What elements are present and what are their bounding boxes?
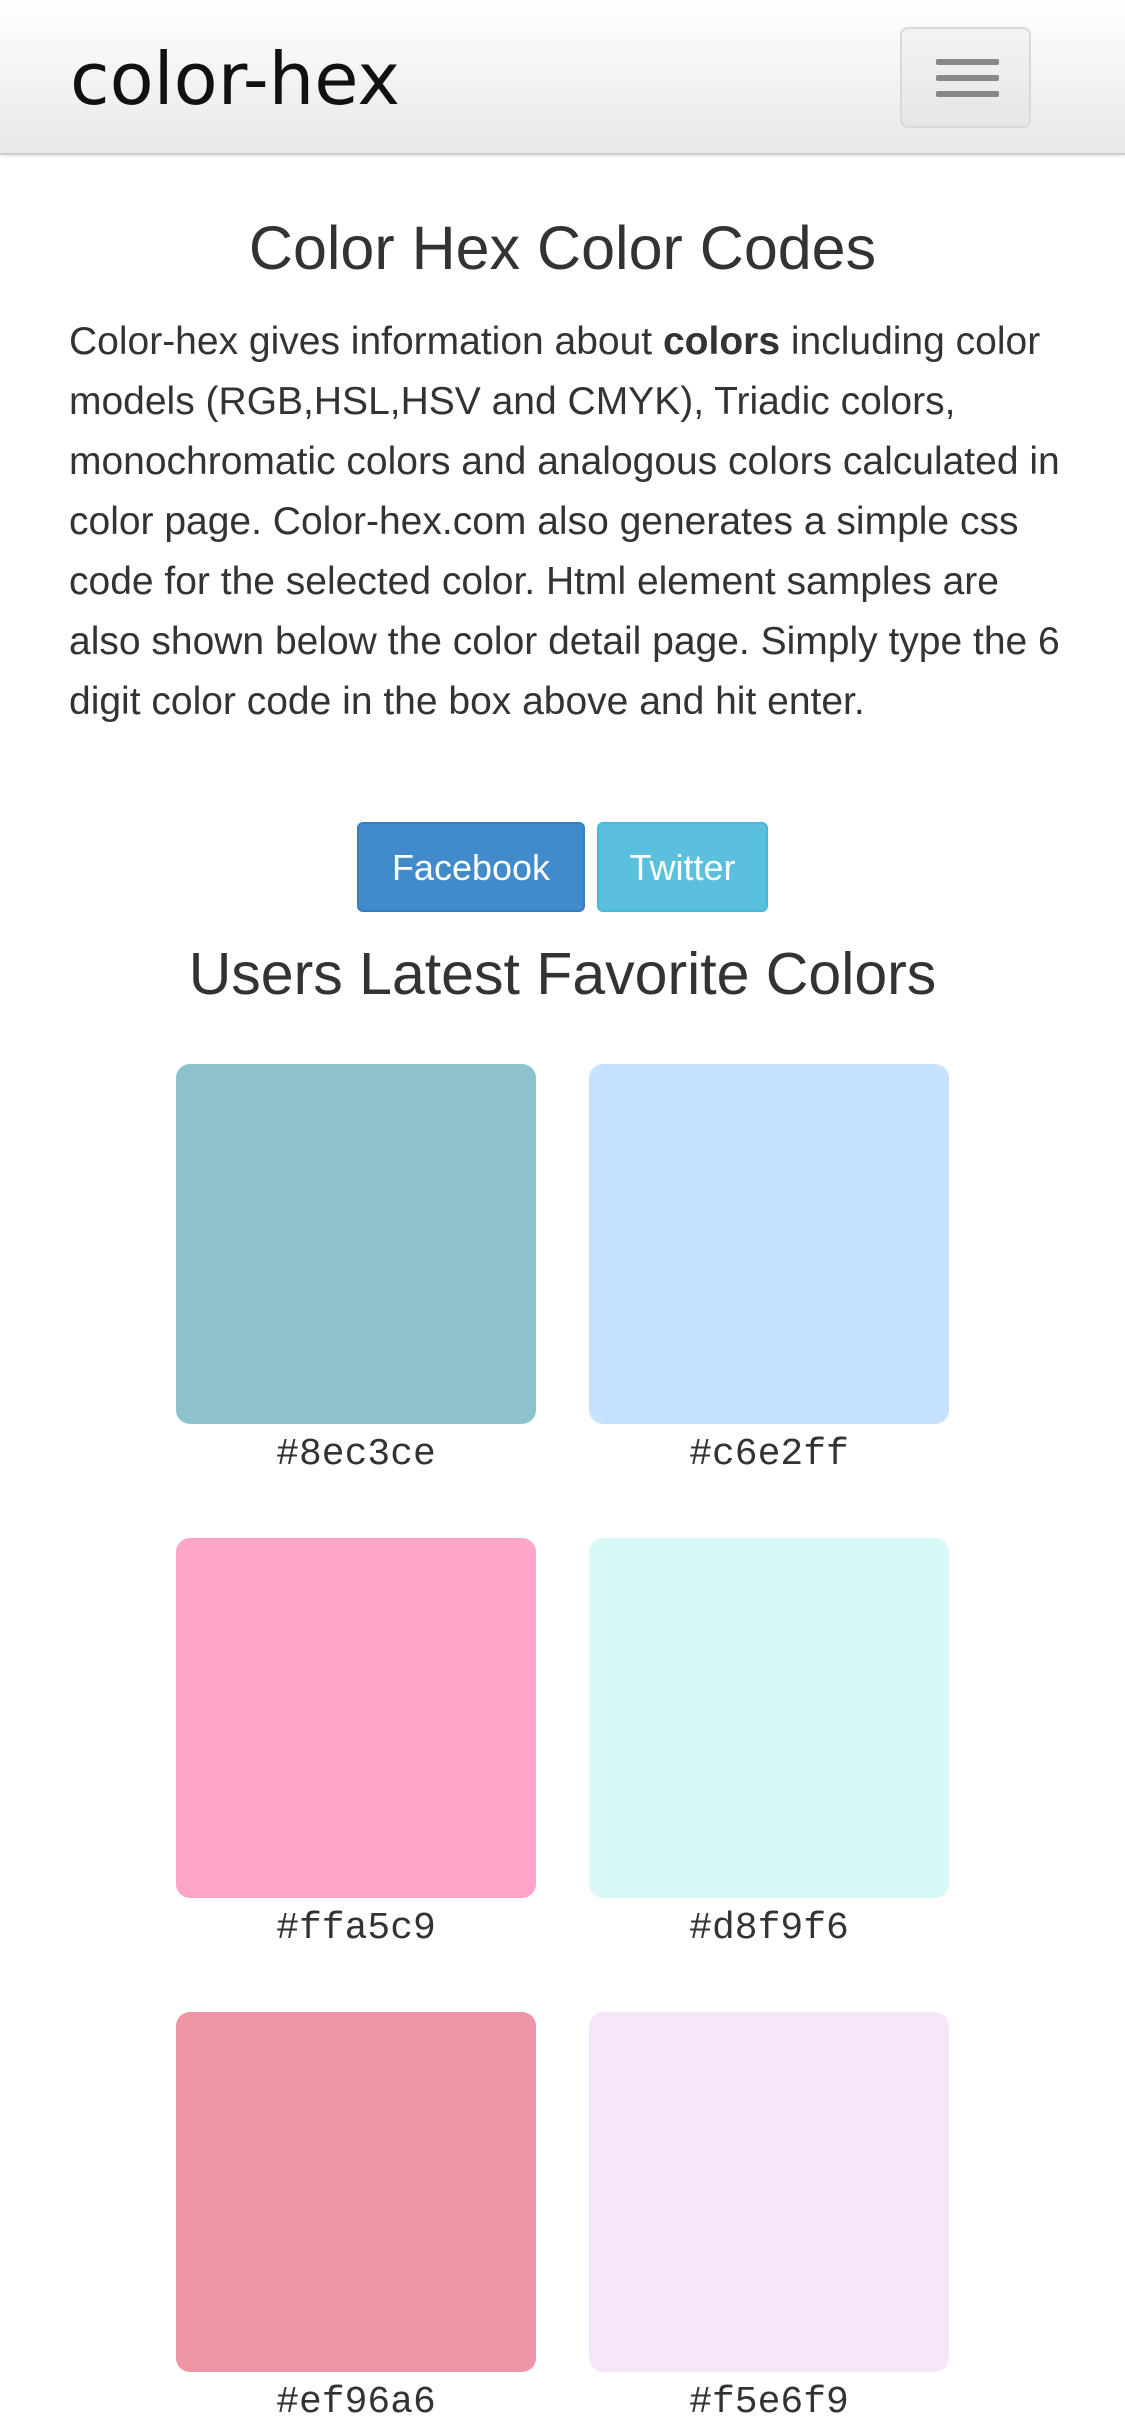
- favorite-color-item[interactable]: #8ec3ce: [176, 1064, 536, 1480]
- color-code-link[interactable]: #d8f9f6: [589, 1904, 949, 1954]
- favorites-title: Users Latest Favorite Colors: [188, 941, 937, 1007]
- facebook-button[interactable]: Facebook: [357, 822, 585, 912]
- hamburger-icon-bar: [936, 91, 999, 97]
- intro-text: Color-hex gives information about colors…: [69, 312, 1069, 732]
- color-swatch[interactable]: [176, 1064, 536, 1424]
- favorite-color-item[interactable]: #ffa5c9: [176, 1538, 536, 1954]
- color-swatch[interactable]: [176, 1538, 536, 1898]
- menu-toggle-button[interactable]: [900, 27, 1031, 128]
- favorite-color-item[interactable]: #d8f9f6: [589, 1538, 949, 1954]
- favorite-color-item[interactable]: #f5e6f9: [589, 2012, 949, 2428]
- color-code-link[interactable]: #f5e6f9: [589, 2378, 949, 2428]
- color-code-link[interactable]: #ffa5c9: [176, 1904, 536, 1954]
- brand-logo[interactable]: color-hex: [70, 34, 400, 124]
- page-title: Color Hex Color Codes: [248, 214, 877, 282]
- navbar: color-hex: [0, 0, 1125, 155]
- color-swatch[interactable]: [589, 1538, 949, 1898]
- intro-text-bold: colors: [662, 320, 781, 363]
- favorite-color-item[interactable]: #c6e2ff: [589, 1064, 949, 1480]
- color-swatch[interactable]: [176, 2012, 536, 2372]
- color-code-link[interactable]: #c6e2ff: [589, 1430, 949, 1480]
- intro-text-start: Color-hex gives information about: [69, 320, 663, 363]
- color-swatch[interactable]: [589, 2012, 949, 2372]
- color-code-link[interactable]: #8ec3ce: [176, 1430, 536, 1480]
- color-swatch[interactable]: [589, 1064, 949, 1424]
- intro-text-end: including color models (RGB,HSL,HSV and …: [69, 320, 1060, 723]
- color-code-link[interactable]: #ef96a6: [176, 2378, 536, 2428]
- hamburger-icon: [936, 59, 999, 65]
- favorite-color-item[interactable]: #ef96a6: [176, 2012, 536, 2428]
- hamburger-icon-bar: [936, 75, 999, 81]
- social-buttons: Facebook Twitter: [0, 822, 1125, 912]
- twitter-button[interactable]: Twitter: [597, 822, 768, 912]
